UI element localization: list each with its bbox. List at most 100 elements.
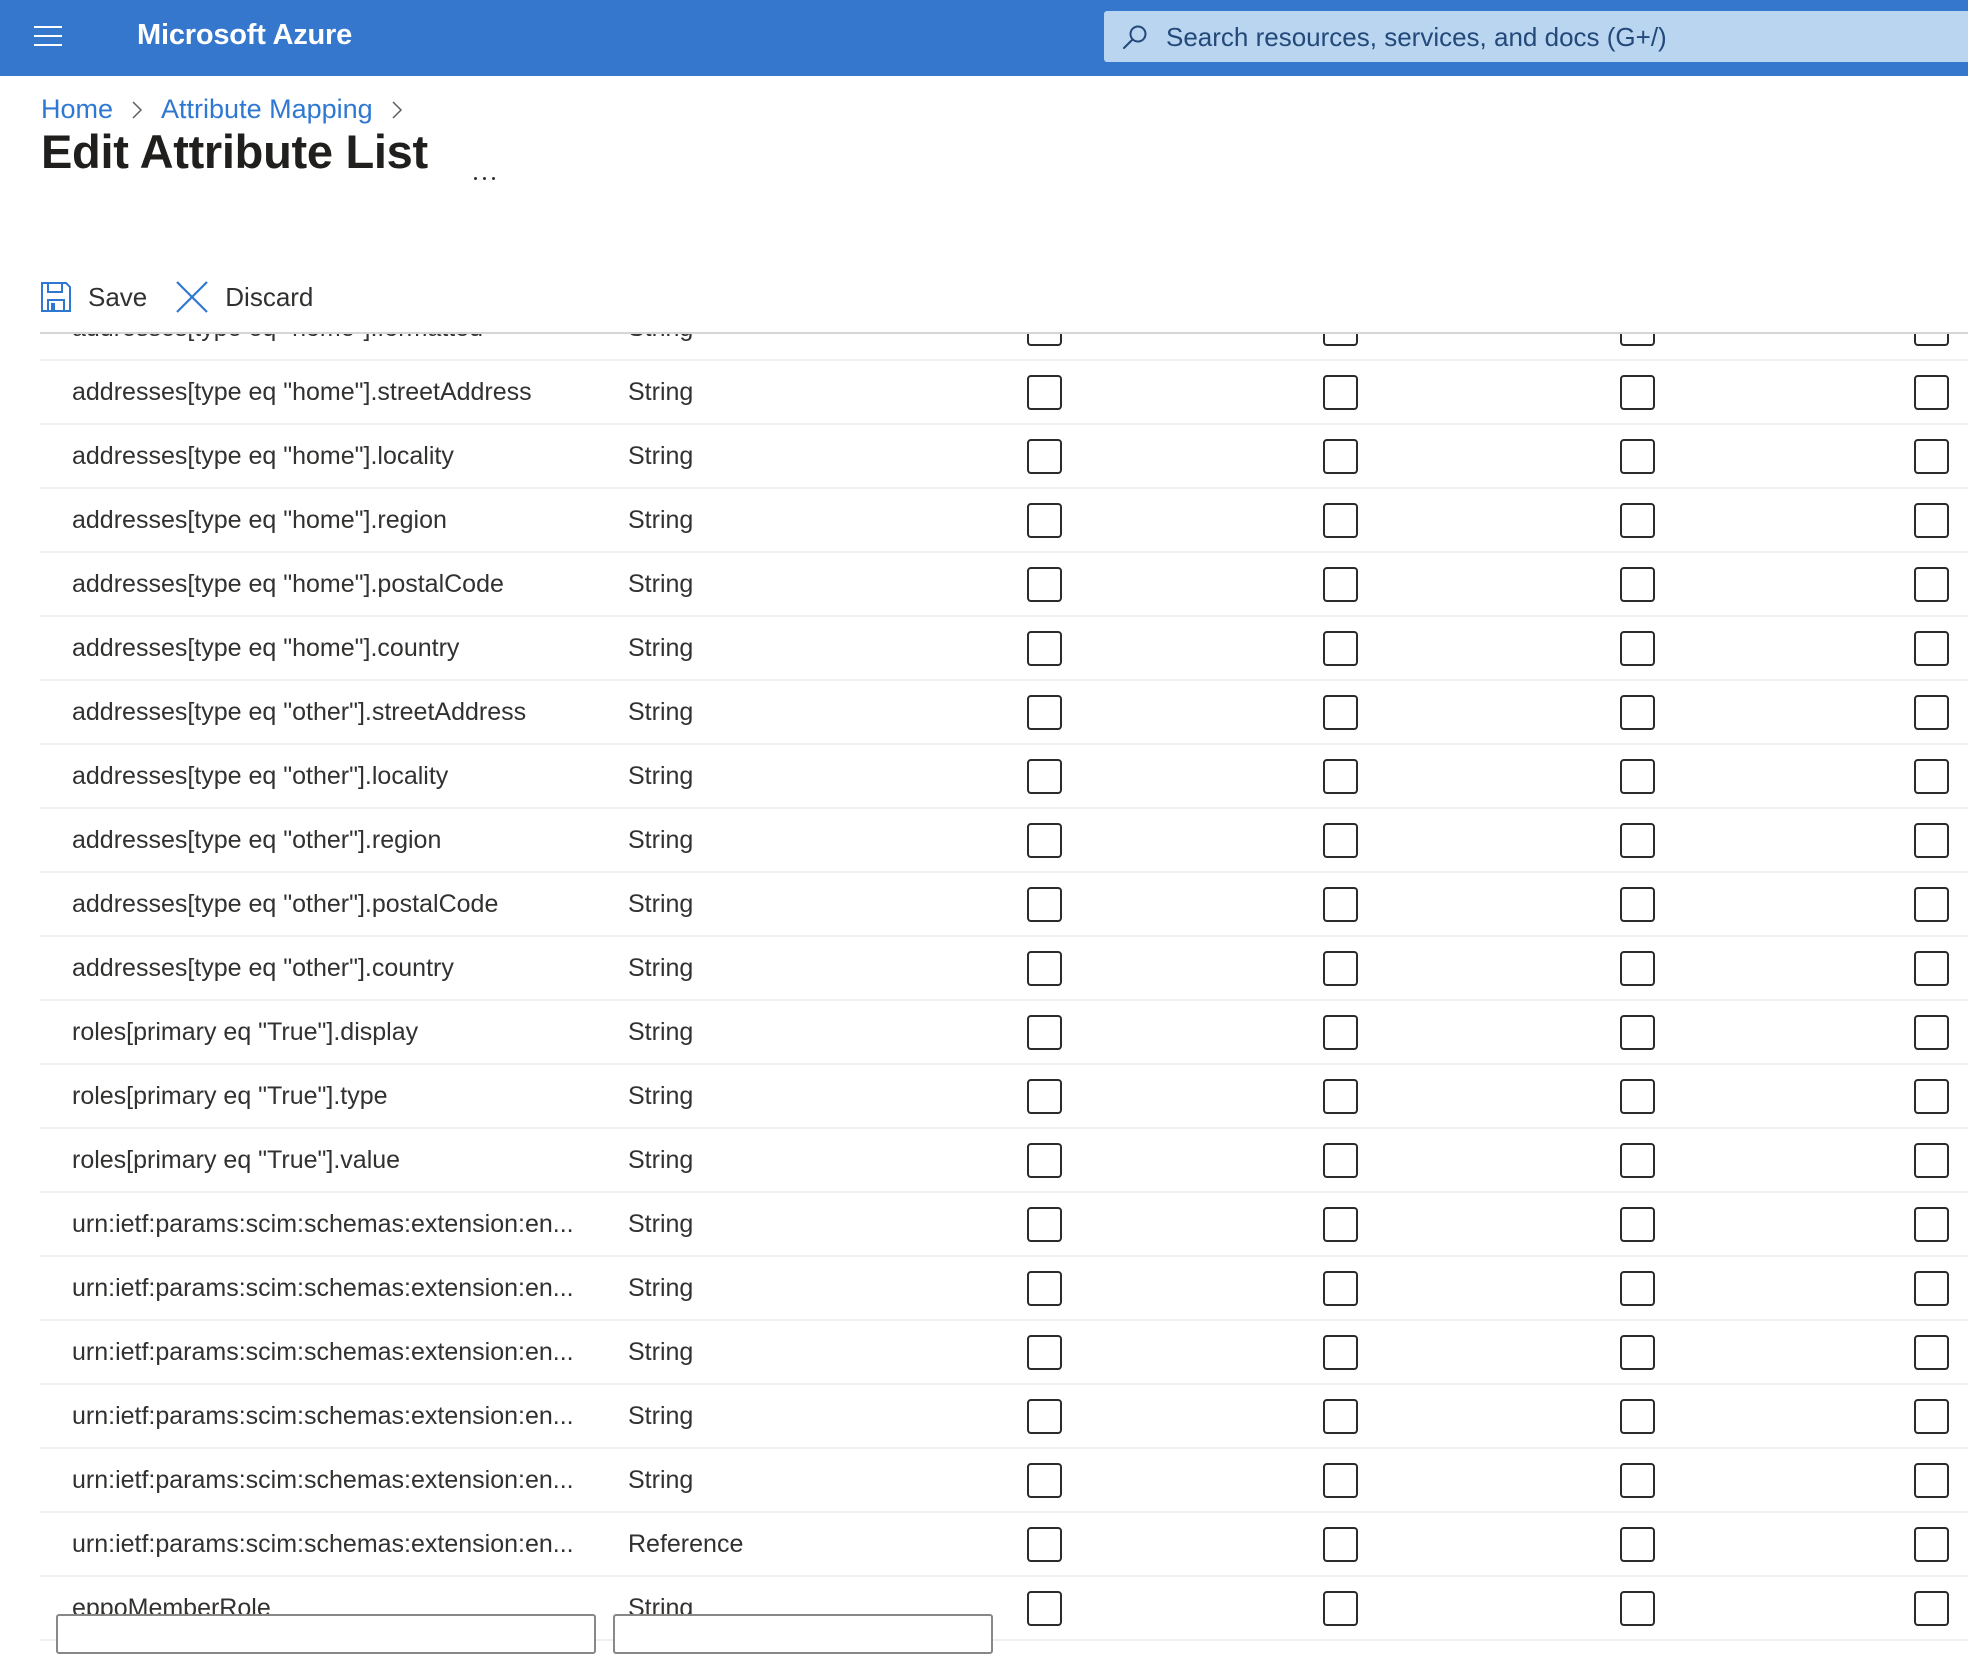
checkbox-primary-key[interactable] [1027,439,1062,474]
checkbox-exact-case[interactable] [1914,503,1949,538]
checkbox-required[interactable] [1323,1271,1358,1306]
checkbox-required[interactable] [1323,695,1358,730]
checkbox-multi-value[interactable] [1620,1463,1655,1498]
checkbox-required[interactable] [1323,567,1358,602]
checkbox-exact-case[interactable] [1914,1463,1949,1498]
checkbox-required[interactable] [1323,439,1358,474]
checkbox-exact-case[interactable] [1914,1143,1949,1178]
attribute-row: addresses[type eq "home"].region String [40,489,1968,553]
checkbox-multi-value[interactable] [1620,695,1655,730]
checkbox-primary-key[interactable] [1027,1271,1062,1306]
checkbox-primary-key[interactable] [1027,1015,1062,1050]
attribute-name: addresses[type eq "other"].locality [72,762,449,790]
checkbox-multi-value[interactable] [1620,503,1655,538]
checkbox-required[interactable] [1323,1079,1358,1114]
checkbox-multi-value[interactable] [1620,1143,1655,1178]
checkbox-multi-value[interactable] [1620,887,1655,922]
checkbox-exact-case[interactable] [1914,759,1949,794]
checkbox-multi-value[interactable] [1620,1271,1655,1306]
checkbox-primary-key[interactable] [1027,567,1062,602]
checkbox-primary-key[interactable] [1027,1207,1062,1242]
checkbox-required[interactable] [1323,631,1358,666]
checkbox-exact-case[interactable] [1914,1271,1949,1306]
checkbox-required[interactable] [1323,951,1358,986]
discard-label: Discard [225,281,314,312]
checkbox-multi-value[interactable] [1620,1335,1655,1370]
checkbox-multi-value[interactable] [1620,1079,1655,1114]
checkbox-exact-case[interactable] [1914,334,1949,346]
checkbox-exact-case[interactable] [1914,1527,1949,1562]
checkbox-exact-case[interactable] [1914,1335,1949,1370]
discard-button[interactable]: Discard [175,280,313,314]
checkbox-required[interactable] [1323,887,1358,922]
checkbox-required[interactable] [1323,334,1358,346]
checkbox-exact-case[interactable] [1914,375,1949,410]
checkbox-required[interactable] [1323,375,1358,410]
checkbox-required[interactable] [1323,503,1358,538]
checkbox-required[interactable] [1323,1015,1358,1050]
attribute-type: String [628,634,694,662]
attribute-name: addresses[type eq "home"].region [72,506,447,534]
checkbox-multi-value[interactable] [1620,375,1655,410]
checkbox-required[interactable] [1323,1335,1358,1370]
checkbox-exact-case[interactable] [1914,1399,1949,1434]
save-button[interactable]: Save [40,281,147,313]
checkbox-multi-value[interactable] [1620,1527,1655,1562]
checkbox-required[interactable] [1323,1399,1358,1434]
checkbox-primary-key[interactable] [1027,759,1062,794]
checkbox-primary-key[interactable] [1027,1335,1062,1370]
checkbox-required[interactable] [1323,1207,1358,1242]
checkbox-exact-case[interactable] [1914,567,1949,602]
checkbox-primary-key[interactable] [1027,1527,1062,1562]
checkbox-required[interactable] [1323,1143,1358,1178]
checkbox-primary-key[interactable] [1027,631,1062,666]
more-options-ellipsis-icon[interactable] [470,168,500,188]
checkbox-exact-case[interactable] [1914,439,1949,474]
attribute-type: String [628,1274,694,1302]
checkbox-required[interactable] [1323,1463,1358,1498]
checkbox-multi-value[interactable] [1620,1015,1655,1050]
checkbox-multi-value[interactable] [1620,823,1655,858]
checkbox-multi-value[interactable] [1620,759,1655,794]
checkbox-multi-value[interactable] [1620,334,1655,346]
brand-title[interactable]: Microsoft Azure [137,19,352,52]
checkbox-required[interactable] [1323,823,1358,858]
checkbox-exact-case[interactable] [1914,823,1949,858]
new-attribute-type-select[interactable] [613,1614,993,1654]
checkbox-multi-value[interactable] [1620,951,1655,986]
checkbox-exact-case[interactable] [1914,887,1949,922]
checkbox-primary-key[interactable] [1027,951,1062,986]
checkbox-exact-case[interactable] [1914,631,1949,666]
checkbox-exact-case[interactable] [1914,695,1949,730]
checkbox-primary-key[interactable] [1027,503,1062,538]
checkbox-required[interactable] [1323,1527,1358,1562]
checkbox-primary-key[interactable] [1027,1079,1062,1114]
checkbox-primary-key[interactable] [1027,1463,1062,1498]
global-search-box[interactable] [1104,11,1968,64]
checkbox-multi-value[interactable] [1620,1399,1655,1434]
search-input[interactable] [1164,11,1868,64]
checkbox-primary-key[interactable] [1027,1143,1062,1178]
attribute-row: roles[primary eq "True"].value String [40,1129,1968,1193]
hamburger-menu-icon[interactable] [34,26,62,46]
checkbox-primary-key[interactable] [1027,1399,1062,1434]
checkbox-multi-value[interactable] [1620,567,1655,602]
checkbox-exact-case[interactable] [1914,1015,1949,1050]
checkbox-exact-case[interactable] [1914,1207,1949,1242]
checkbox-multi-value[interactable] [1620,439,1655,474]
checkbox-primary-key[interactable] [1027,887,1062,922]
checkbox-multi-value[interactable] [1620,1207,1655,1242]
attribute-list-grid[interactable]: addresses[type eq "home"].formatted Strin… [40,332,1968,1656]
checkbox-exact-case[interactable] [1914,1079,1949,1114]
checkbox-primary-key[interactable] [1027,334,1062,346]
attribute-type: String [628,1210,694,1238]
checkbox-primary-key[interactable] [1027,695,1062,730]
checkbox-primary-key[interactable] [1027,823,1062,858]
checkbox-primary-key[interactable] [1027,375,1062,410]
checkbox-required[interactable] [1323,759,1358,794]
attribute-row: addresses[type eq "other"].country String [40,937,1968,1001]
checkbox-exact-case[interactable] [1914,951,1949,986]
new-attribute-name-input[interactable] [56,1614,596,1654]
checkbox-multi-value[interactable] [1620,631,1655,666]
attribute-row: urn:ietf:params:scim:schemas:extension:e… [40,1257,1968,1321]
